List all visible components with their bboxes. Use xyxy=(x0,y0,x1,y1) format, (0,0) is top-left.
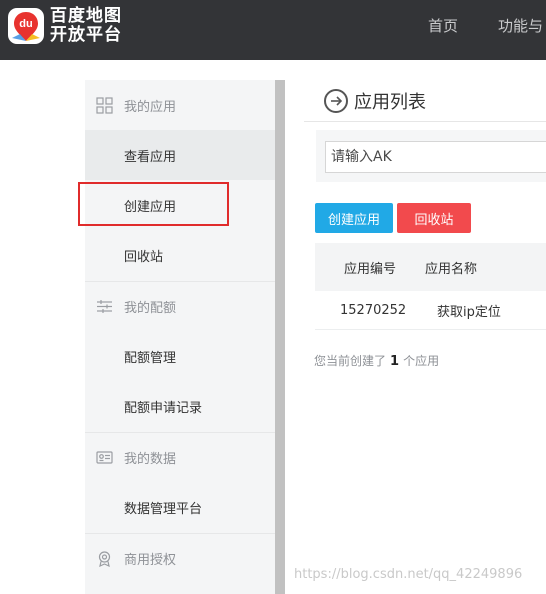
top-navbar: du 百度地图 开放平台 首页 功能与 xyxy=(0,0,546,60)
sidebar-group-label: 商用授权 xyxy=(124,553,177,568)
create-app-button[interactable]: 创建应用 xyxy=(315,203,393,233)
sidebar-item-quota-management[interactable]: 配额管理 xyxy=(85,331,275,381)
page-title: 应用列表 xyxy=(354,92,426,113)
logo-text-line2: 开放平台 xyxy=(50,25,122,45)
title-divider xyxy=(304,121,546,122)
sidebar-scrollbar[interactable] xyxy=(275,80,285,594)
count-suffix: 个应用 xyxy=(403,354,440,368)
baidu-map-logo[interactable]: du 百度地图 开放平台 xyxy=(8,7,122,45)
nav-item-features[interactable]: 功能与 xyxy=(498,15,543,36)
ak-search-input[interactable] xyxy=(325,141,546,173)
sidebar-item-data-platform[interactable]: 数据管理平台 xyxy=(85,482,275,532)
top-nav: 首页 功能与 xyxy=(428,0,543,50)
watermark: https://blog.csdn.net/qq_42249896 xyxy=(294,567,523,582)
sidebar-item-recycle-bin[interactable]: 回收站 xyxy=(85,230,275,280)
app-table-header: 应用编号 应用名称 xyxy=(315,243,546,291)
count-prefix: 您当前创建了 xyxy=(314,354,387,368)
column-header-app-id: 应用编号 xyxy=(344,261,397,277)
sidebar-group-label: 我的数据 xyxy=(124,452,177,467)
sliders-icon xyxy=(96,298,113,315)
sidebar-group-my-apps: 我的应用 xyxy=(85,80,275,130)
sidebar-group-label: 我的应用 xyxy=(124,99,177,115)
sidebar-item-create-app[interactable]: 创建应用 xyxy=(85,180,275,230)
sidebar-item-view-apps[interactable]: 查看应用 xyxy=(85,130,275,180)
recycle-bin-button[interactable]: 回收站 xyxy=(397,203,471,233)
id-card-icon xyxy=(96,449,113,466)
arrow-right-circle-icon xyxy=(324,89,348,113)
cell-app-name[interactable]: 获取ip定位 xyxy=(437,292,501,329)
page-title-row: 应用列表 xyxy=(324,88,426,114)
baidu-map-pin-icon: du xyxy=(8,8,44,44)
sidebar-group-commercial-license: 商用授权 xyxy=(85,533,275,583)
sidebar-group-my-quota: 我的配额 xyxy=(85,281,275,331)
column-header-app-name: 应用名称 xyxy=(425,261,478,277)
award-icon xyxy=(96,550,113,568)
sidebar: 我的应用 查看应用 创建应用 回收站 我的配额 配额管理 配额申请记录 我的数据… xyxy=(85,80,275,594)
app-count-summary: 您当前创建了 1 个应用 xyxy=(314,352,439,369)
sidebar-group-my-data: 我的数据 xyxy=(85,432,275,482)
sidebar-item-quota-requests[interactable]: 配额申请记录 xyxy=(85,381,275,431)
cell-app-id: 15270252 xyxy=(340,303,407,318)
logo-text-line1: 百度地图 xyxy=(50,6,122,26)
table-row: 15270252 获取ip定位 xyxy=(315,292,546,330)
sidebar-group-label: 我的配额 xyxy=(124,301,177,316)
grid-icon xyxy=(96,96,113,114)
logo-text: 百度地图 开放平台 xyxy=(50,7,122,45)
count-value: 1 xyxy=(390,354,400,369)
nav-item-home[interactable]: 首页 xyxy=(428,15,458,36)
logo-mark-text: du xyxy=(19,18,32,30)
